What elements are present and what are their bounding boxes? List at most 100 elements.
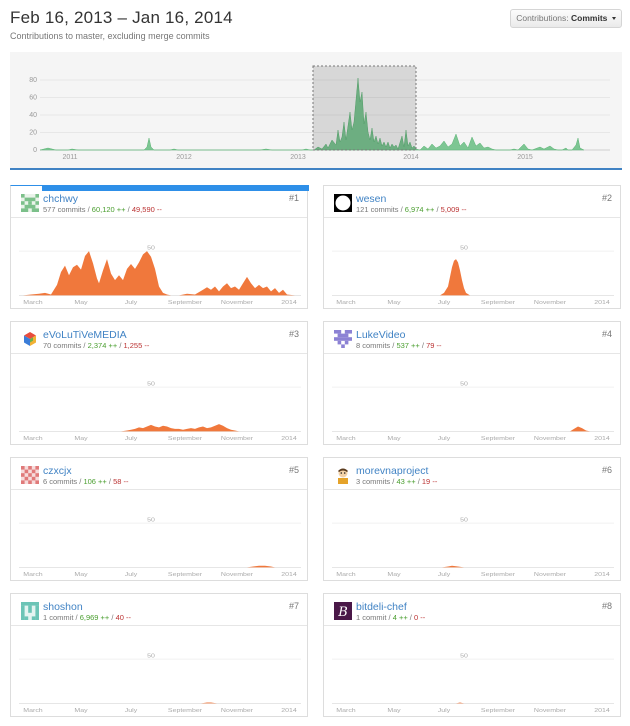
contributions-dropdown[interactable]: Contributions: Commits (510, 9, 622, 28)
multicolor-cube-icon[interactable] (21, 330, 39, 348)
contributor-card: morevnaproject 3 commits / 43 ++ / 19 --… (323, 457, 621, 581)
card-x-tick: 2014 (281, 300, 297, 306)
overview-x-tick: 2015 (517, 154, 533, 161)
dropdown-value: Commits (571, 13, 608, 23)
contributor-card: B bitdeli-chef 1 commit / 4 ++ / 0 -- #8… (323, 593, 621, 717)
contributor-stats: 8 commits / 537 ++ / 79 -- (356, 341, 442, 350)
contributor-card-header: LukeVideo 8 commits / 537 ++ / 79 -- #4 (324, 322, 620, 354)
contributor-stats: 121 commits / 6,974 ++ / 5,009 -- (356, 205, 467, 214)
commit-count: 577 commits (43, 205, 86, 214)
card-x-tick: November (534, 572, 566, 578)
identicon-red-icon[interactable] (21, 466, 39, 484)
card-x-tick: September (168, 708, 202, 714)
contributor-activity-area (247, 565, 275, 568)
card-x-tick: July (438, 708, 451, 714)
card-x-tick: November (221, 300, 253, 306)
card-x-tick: 2014 (594, 572, 610, 578)
additions-count: 6,974 ++ (404, 205, 435, 214)
contributor-username-link[interactable]: LukeVideo (356, 329, 405, 341)
card-x-tick: September (481, 436, 515, 442)
dropdown-label: Contributions: (516, 13, 569, 23)
overview-y-tick: 60 (29, 95, 37, 102)
contributor-username-link[interactable]: wesen (356, 193, 386, 205)
contributor-activity-chart: 50 March May July September November 2014 (332, 517, 614, 578)
card-y-tick: 50 (147, 245, 155, 251)
contributor-username-link[interactable]: morevnaproject (356, 465, 428, 477)
overview-chart[interactable]: 80 60 40 20 0 2011 2012 2013 2014 2015 (10, 52, 622, 170)
card-x-tick: March (23, 572, 43, 578)
commit-count: 121 commits (356, 205, 399, 214)
contributor-username-link[interactable]: czxcjx (43, 465, 72, 477)
contributor-activity-area (440, 259, 470, 296)
identicon-green-icon[interactable] (21, 194, 39, 212)
contributor-username-link[interactable]: bitdeli-chef (356, 601, 407, 613)
additions-count: 60,120 ++ (91, 205, 126, 214)
card-x-tick: March (336, 436, 356, 442)
commit-count: 70 commits (43, 341, 82, 350)
card-x-tick: March (336, 300, 356, 306)
card-x-tick: May (74, 300, 88, 306)
contributor-rank: #5 (288, 465, 299, 475)
contributor-activity-chart: 50 March May July September November 2014 (332, 245, 614, 306)
cartoon-character-icon[interactable] (334, 466, 352, 484)
commit-count: 1 commit (43, 613, 74, 622)
additions-count: 2,374 ++ (87, 341, 118, 350)
card-x-tick: November (221, 708, 253, 714)
overview-selection-brush[interactable] (312, 65, 417, 151)
card-x-tick: May (74, 572, 88, 578)
deletions-count: 1,255 -- (123, 341, 150, 350)
page-subtitle: Contributions to master, excluding merge… (10, 31, 210, 41)
card-x-tick: September (168, 436, 202, 442)
contributor-rank: #6 (601, 465, 612, 475)
deletions-count: 58 -- (113, 477, 129, 486)
card-x-tick: 2014 (594, 300, 610, 306)
card-x-tick: July (438, 436, 451, 442)
overview-y-tick: 0 (33, 147, 37, 154)
identicon-purple-icon[interactable] (334, 330, 352, 348)
card-x-tick: March (23, 436, 43, 442)
card-x-tick: May (387, 572, 401, 578)
svg-text:B: B (337, 605, 348, 620)
identicon-teal-icon[interactable] (21, 602, 39, 620)
card-x-tick: September (481, 300, 515, 306)
overview-area (39, 77, 585, 151)
black-circle-avatar-icon[interactable] (334, 194, 352, 212)
card-x-tick: September (168, 300, 202, 306)
commit-count: 1 commit (356, 613, 387, 622)
commit-count: 6 commits (43, 477, 78, 486)
contributor-card-header: wesen 121 commits / 6,974 ++ / 5,009 -- … (324, 186, 620, 218)
contributor-username-link[interactable]: shoshon (43, 601, 83, 613)
contributor-username-link[interactable]: eVoLuTiVeMEDIA (43, 329, 127, 341)
contributor-activity-chart: 50 March May July September November 2014 (19, 245, 301, 306)
contributor-card: shoshon 1 commit / 6,969 ++ / 40 -- #7 5… (10, 593, 308, 717)
additions-count: 106 ++ (83, 477, 107, 486)
bitdeli-logo-icon[interactable]: B (334, 602, 352, 620)
card-x-tick: 2014 (281, 436, 297, 442)
contributor-stats: 1 commit / 4 ++ / 0 -- (356, 613, 426, 622)
commit-count: 8 commits (356, 341, 391, 350)
card-y-tick: 50 (147, 653, 155, 659)
contributor-card-header: czxcjx 6 commits / 106 ++ / 58 -- #5 (11, 458, 307, 490)
deletions-count: 49,590 -- (131, 205, 162, 214)
caret-down-icon (611, 17, 616, 21)
contributor-stats: 1 commit / 6,969 ++ / 40 -- (43, 613, 131, 622)
overview-x-tick: 2012 (176, 154, 192, 161)
page-header: Feb 16, 2013 – Jan 16, 2014 Contribution… (10, 8, 233, 41)
contributor-rank: #1 (288, 193, 299, 203)
overview-y-tick: 20 (29, 130, 37, 137)
card-x-tick: July (125, 572, 138, 578)
card-y-tick: 50 (460, 517, 468, 523)
date-range-title: Feb 16, 2013 – Jan 16, 2014 (10, 8, 233, 27)
card-x-tick: July (125, 436, 138, 442)
contributor-card: chchwy 577 commits / 60,120 ++ / 49,590 … (10, 185, 309, 309)
card-x-tick: July (438, 572, 451, 578)
contributor-username-link[interactable]: chchwy (43, 193, 78, 205)
card-x-tick: November (534, 436, 566, 442)
additions-count: 537 ++ (396, 341, 420, 350)
contributor-rank: #7 (288, 601, 299, 611)
contributor-activity-chart: 50 March May July September November 2014 (19, 517, 301, 578)
overview-y-tick: 40 (29, 112, 37, 119)
deletions-count: 40 -- (115, 613, 131, 622)
overview-y-tick: 80 (29, 77, 37, 84)
overview-x-tick: 2011 (62, 154, 77, 161)
